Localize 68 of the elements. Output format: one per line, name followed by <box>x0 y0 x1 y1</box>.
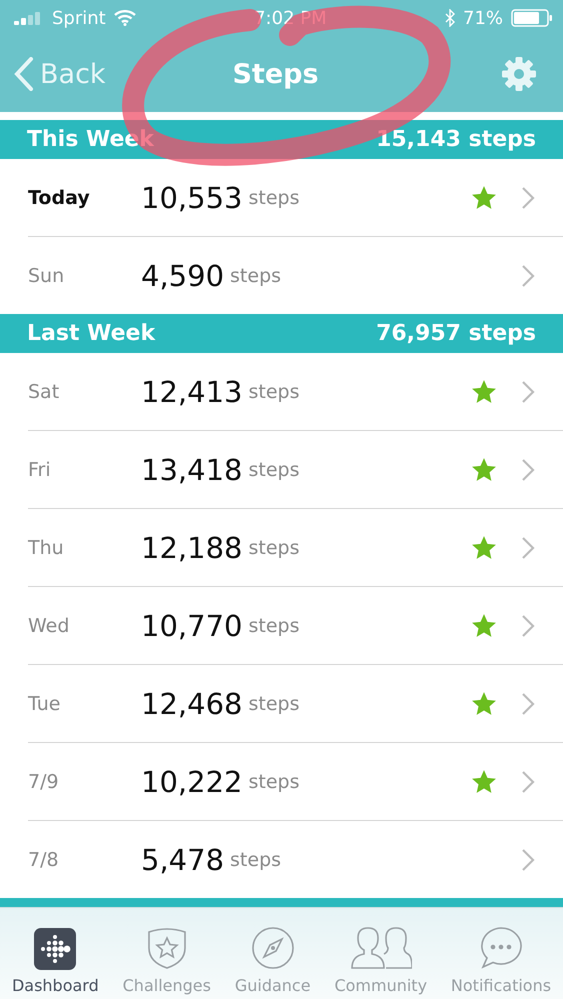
day-label: Wed <box>28 614 70 636</box>
tab[interactable]: Dashboard <box>12 928 99 995</box>
section-total: 15,143 steps <box>376 127 536 152</box>
step-count: 12,188 <box>141 530 242 564</box>
day-label: Sat <box>28 380 60 402</box>
star-icon <box>471 690 497 716</box>
step-unit: steps <box>248 614 300 636</box>
day-row[interactable]: Thu 12,188 steps <box>28 509 563 587</box>
chevron-right-icon <box>521 380 535 404</box>
chevron-right-icon <box>521 536 535 560</box>
people-icon <box>350 926 412 970</box>
carrier-name: Sprint <box>52 8 106 28</box>
day-label: 7/9 <box>28 770 60 792</box>
step-unit: steps <box>230 848 282 870</box>
star-icon <box>471 612 497 638</box>
chevron-right-icon <box>521 770 535 794</box>
day-row[interactable]: Tue 12,468 steps <box>28 665 563 743</box>
star-icon <box>471 534 497 560</box>
compass-icon <box>250 926 295 970</box>
step-count: 10,553 <box>141 180 242 214</box>
chevron-left-icon <box>14 57 34 91</box>
step-count: 5,478 <box>141 842 224 876</box>
day-row[interactable]: 7/8 5,478 steps <box>28 821 563 898</box>
screen-title: Steps <box>232 58 319 90</box>
step-count: 4,590 <box>141 258 224 292</box>
star-icon <box>471 456 497 482</box>
day-label: Thu <box>28 536 65 558</box>
step-count: 12,413 <box>141 374 242 408</box>
wifi-icon <box>114 10 136 26</box>
step-unit: steps <box>248 186 300 208</box>
day-row[interactable]: Fri 13,418 steps <box>28 431 563 509</box>
step-unit: steps <box>248 458 300 480</box>
battery-icon <box>511 9 554 27</box>
day-label: Today <box>28 186 91 208</box>
step-count: 13,418 <box>141 452 242 486</box>
day-label: Tue <box>28 692 62 714</box>
chevron-right-icon <box>521 692 535 716</box>
day-label: 7/8 <box>28 848 60 870</box>
star-icon <box>471 378 497 404</box>
star-icon <box>471 184 497 210</box>
day-row[interactable]: Sat 12,413 steps <box>28 353 563 431</box>
step-unit: steps <box>248 692 300 714</box>
day-row[interactable]: Today 10,553 steps <box>28 159 563 237</box>
battery-percent: 71% <box>463 8 504 28</box>
day-row[interactable]: Wed 10,770 steps <box>28 587 563 665</box>
step-unit: steps <box>230 264 282 286</box>
step-unit: steps <box>248 536 300 558</box>
chevron-right-icon <box>521 186 535 210</box>
chevron-right-icon <box>521 458 535 482</box>
section-title: Last Week <box>27 321 156 346</box>
day-row[interactable]: Sun 4,590 steps <box>28 237 563 314</box>
step-count: 12,468 <box>141 686 242 720</box>
day-label: Sun <box>28 264 66 286</box>
step-count: 10,222 <box>141 764 242 798</box>
chevron-right-icon <box>521 848 535 872</box>
chevron-right-icon <box>521 614 535 638</box>
settings-icon[interactable] <box>501 56 537 92</box>
day-label: Fri <box>28 458 52 480</box>
step-unit: steps <box>248 380 300 402</box>
step-count: 10,770 <box>141 608 242 642</box>
step-unit: steps <box>248 770 300 792</box>
chevron-right-icon <box>521 264 535 288</box>
star-icon <box>471 768 497 794</box>
day-row[interactable]: 7/9 10,222 steps <box>28 743 563 821</box>
bluetooth-icon <box>445 9 455 27</box>
chat-bubble-icon <box>478 926 523 970</box>
dashboard-icon <box>34 928 76 970</box>
section-total: 76,957 steps <box>376 321 536 346</box>
